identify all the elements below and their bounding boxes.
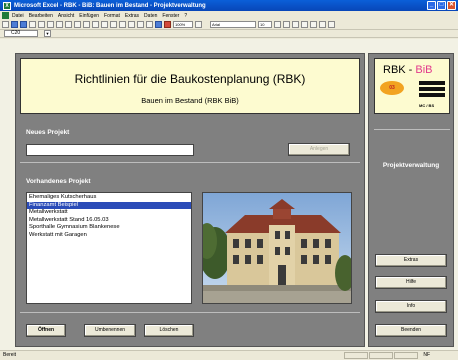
zoom-select[interactable]: 100% xyxy=(173,21,193,28)
new-project-label: Neues Projekt xyxy=(26,129,70,136)
status-cells xyxy=(344,352,418,359)
create-project-button[interactable]: Anlegen xyxy=(288,143,350,156)
list-item[interactable]: Metallwerkstatt xyxy=(27,209,191,217)
logo-subtext: MC / BS xyxy=(419,103,435,108)
font-name-select[interactable]: Arial xyxy=(210,21,256,28)
maximize-button[interactable]: □ xyxy=(437,1,446,10)
menu-ansicht[interactable]: Ansicht xyxy=(58,13,74,19)
underline-icon[interactable] xyxy=(292,21,299,28)
copy-icon[interactable] xyxy=(65,21,72,28)
print-preview-icon[interactable] xyxy=(38,21,45,28)
new-project-input[interactable] xyxy=(26,144,194,156)
rename-button[interactable]: Umbenennen xyxy=(84,324,136,337)
spellcheck-icon[interactable] xyxy=(47,21,54,28)
building-image xyxy=(203,193,351,303)
extras-button[interactable]: Extras xyxy=(375,254,447,267)
hyperlink-icon[interactable] xyxy=(110,21,117,28)
align-left-icon[interactable] xyxy=(301,21,308,28)
drawing-icon[interactable] xyxy=(164,21,171,28)
status-bar: Bereit NF xyxy=(0,350,458,360)
formula-bar: C20 ▼ xyxy=(0,30,458,38)
side-panel: RBK - BiB 03 MC / BS Projektverwaltung E… xyxy=(368,53,454,347)
logo-disc-icon: 03 xyxy=(380,81,404,95)
sort-asc-icon[interactable] xyxy=(137,21,144,28)
list-item-selected[interactable]: Finanzamt Beispiel xyxy=(27,201,191,209)
worksheet: Richtlinien für die Baukostenplanung (RB… xyxy=(0,39,458,350)
workbook-icon[interactable] xyxy=(2,12,9,19)
logo-bars-icon xyxy=(419,81,445,99)
open-button[interactable]: Öffnen xyxy=(26,324,66,337)
page-subtitle: Bauen im Bestand (RBK BiB) xyxy=(141,96,239,105)
list-item[interactable]: Sporthalle Gymnasium Blankenese xyxy=(27,224,191,232)
status-text: Bereit xyxy=(3,352,17,358)
sort-desc-icon[interactable] xyxy=(146,21,153,28)
italic-icon[interactable] xyxy=(283,21,290,28)
font-size-select[interactable]: 10 xyxy=(258,21,272,28)
side-title: Projektverwaltung xyxy=(382,162,440,169)
menu-datei[interactable]: Datei xyxy=(12,13,24,19)
quit-button[interactable]: Beenden xyxy=(375,324,447,337)
undo-icon[interactable] xyxy=(92,21,99,28)
format-painter-icon[interactable] xyxy=(83,21,90,28)
chart-wizard-icon[interactable] xyxy=(155,21,162,28)
bold-icon[interactable] xyxy=(274,21,281,28)
logo-text: RBK - BiB xyxy=(383,64,433,76)
autosum-icon[interactable] xyxy=(119,21,126,28)
project-photo xyxy=(202,192,352,304)
align-right-icon[interactable] xyxy=(319,21,326,28)
menu-extras[interactable]: Extras xyxy=(125,13,139,19)
paste-icon[interactable] xyxy=(74,21,81,28)
delete-button[interactable]: Löschen xyxy=(144,324,194,337)
menu-help[interactable]: ? xyxy=(184,13,187,19)
merge-center-icon[interactable] xyxy=(328,21,335,28)
menu-fenster[interactable]: Fenster xyxy=(162,13,179,19)
close-button[interactable]: ✕ xyxy=(447,1,456,10)
project-list[interactable]: Ehemaliges Kutscherhaus Finanzamt Beispi… xyxy=(26,192,192,304)
chevron-down-icon[interactable]: ▼ xyxy=(44,30,51,37)
new-file-icon[interactable] xyxy=(2,21,9,28)
info-button[interactable]: Info xyxy=(375,300,447,313)
excel-icon: X xyxy=(3,1,11,10)
minimize-button[interactable]: _ xyxy=(427,1,436,10)
function-icon[interactable] xyxy=(128,21,135,28)
menu-daten[interactable]: Daten xyxy=(144,13,157,19)
divider xyxy=(374,129,450,130)
project-panel: Richtlinien für die Baukostenplanung (RB… xyxy=(15,53,365,347)
window-title: Microsoft Excel - RBK - BiB: Bauen im Be… xyxy=(14,2,206,9)
existing-project-label: Vorhandenes Projekt xyxy=(26,178,91,185)
standard-toolbar: 100% Arial 10 xyxy=(0,20,458,30)
list-item[interactable]: Metallwerkstatt Stand 16.05.03 xyxy=(27,217,191,225)
cut-icon[interactable] xyxy=(56,21,63,28)
divider xyxy=(20,312,360,313)
menu-bar: Datei Bearbeiten Ansicht Einfügen Format… xyxy=(0,11,458,20)
list-item[interactable]: Ehemaliges Kutscherhaus xyxy=(27,194,191,202)
title-bar: X Microsoft Excel - RBK - BiB: Bauen im … xyxy=(0,0,458,11)
align-center-icon[interactable] xyxy=(310,21,317,28)
print-icon[interactable] xyxy=(29,21,36,28)
help-button[interactable]: Hilfe xyxy=(375,276,447,289)
list-item[interactable]: Werkstatt mit Garagen xyxy=(27,232,191,240)
menu-format[interactable]: Format xyxy=(104,13,120,19)
save-icon[interactable] xyxy=(20,21,27,28)
open-file-icon[interactable] xyxy=(11,21,18,28)
menu-bearbeiten[interactable]: Bearbeiten xyxy=(29,13,53,19)
divider xyxy=(20,162,360,163)
num-lock-indicator: NF xyxy=(423,352,430,358)
page-title: Richtlinien für die Baukostenplanung (RB… xyxy=(74,72,306,86)
help-icon[interactable] xyxy=(195,21,202,28)
name-box[interactable]: C20 xyxy=(4,30,38,37)
window-controls: _ □ ✕ xyxy=(427,1,456,10)
menu-einfuegen[interactable]: Einfügen xyxy=(79,13,99,19)
rbk-bib-logo: RBK - BiB 03 MC / BS xyxy=(374,58,450,114)
header-box: Richtlinien für die Baukostenplanung (RB… xyxy=(20,58,360,114)
redo-icon[interactable] xyxy=(101,21,108,28)
